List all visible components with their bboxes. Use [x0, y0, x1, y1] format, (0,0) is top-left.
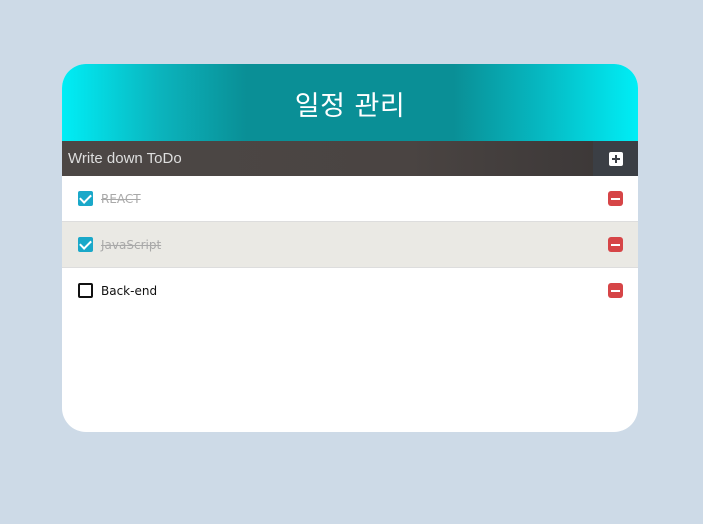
remove-todo-button[interactable]	[608, 283, 623, 298]
page-title: 일정 관리	[294, 91, 406, 122]
todo-text[interactable]: REACT	[101, 192, 608, 206]
header: 일정 관리	[62, 64, 638, 141]
todo-text[interactable]: JavaScript	[101, 238, 608, 252]
checkbox-empty-icon[interactable]	[78, 283, 93, 298]
check-mark-icon	[79, 190, 92, 204]
add-todo-button[interactable]	[593, 141, 638, 176]
todo-text[interactable]: Back-end	[101, 284, 608, 298]
check-mark-icon	[79, 236, 92, 250]
minus-icon	[611, 197, 620, 200]
minus-icon	[611, 289, 620, 292]
remove-todo-button[interactable]	[608, 191, 623, 206]
plus-square-icon	[608, 151, 623, 166]
todo-item: REACT	[62, 176, 638, 222]
minus-icon	[611, 243, 620, 246]
todo-item: Back-end	[62, 268, 638, 313]
checkbox-checked-icon[interactable]	[78, 190, 93, 206]
todo-card: 일정 관리 REACT JavaScript	[62, 64, 638, 432]
todo-input[interactable]	[62, 141, 593, 176]
todo-item: JavaScript	[62, 222, 638, 268]
todo-insert-form	[62, 141, 638, 176]
todo-list: REACT JavaScript Back-end	[62, 176, 638, 313]
checkbox-checked-icon[interactable]	[78, 236, 93, 252]
remove-todo-button[interactable]	[608, 237, 623, 252]
